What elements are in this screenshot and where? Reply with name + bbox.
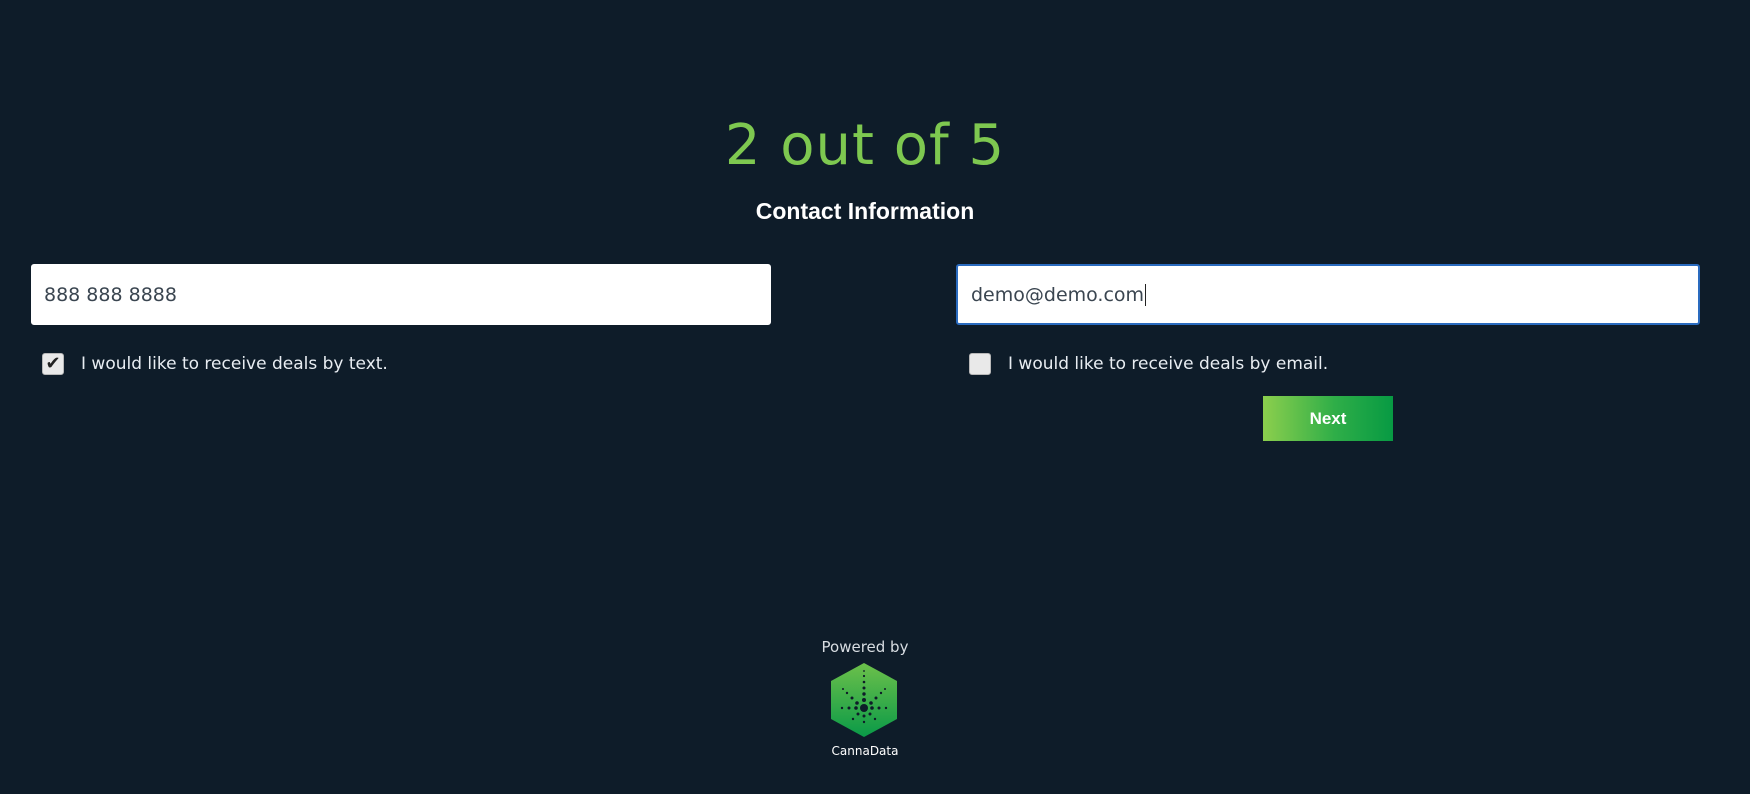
email-input[interactable]: demo@demo.com xyxy=(956,264,1700,325)
text-deals-label: I would like to receive deals by text. xyxy=(81,354,388,374)
text-deals-checkbox[interactable]: ✔ xyxy=(42,353,64,375)
phone-input-value: 888 888 8888 xyxy=(44,283,177,306)
email-deals-option[interactable]: I would like to receive deals by email. xyxy=(969,351,1328,377)
email-deals-checkbox[interactable] xyxy=(969,353,991,375)
text-caret xyxy=(1145,283,1147,306)
email-input-value: demo@demo.com xyxy=(971,283,1145,306)
brand-name: CannaData xyxy=(831,744,899,758)
step-progress: 2 out of 5 xyxy=(724,113,1006,178)
next-button[interactable]: Next xyxy=(1263,396,1393,441)
powered-by-label: Powered by xyxy=(821,638,909,656)
phone-input[interactable]: 888 888 8888 xyxy=(31,264,771,325)
section-title: Contact Information xyxy=(755,198,975,224)
email-deals-label: I would like to receive deals by email. xyxy=(1008,354,1329,374)
text-deals-option[interactable]: ✔ I would like to receive deals by text. xyxy=(42,351,388,377)
contact-step-page: 2 out of 5 Contact Information 888 888 8… xyxy=(0,0,1750,794)
cannadata-leaf-hexagon-icon xyxy=(831,663,897,737)
